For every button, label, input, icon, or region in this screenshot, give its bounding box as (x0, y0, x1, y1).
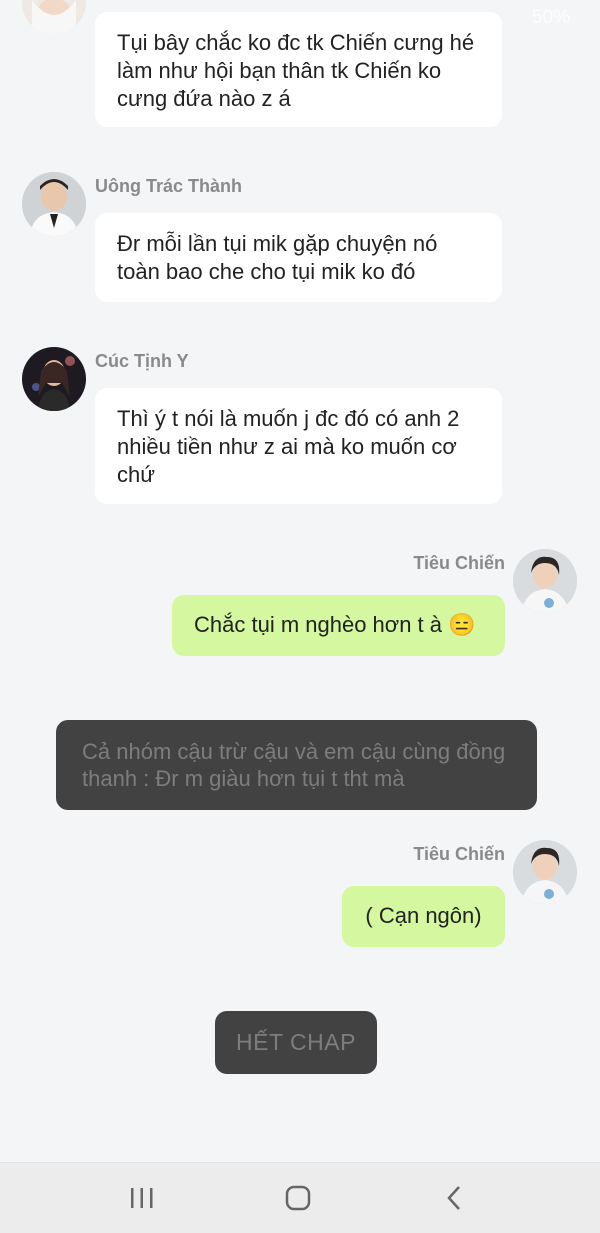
avatar[interactable] (22, 347, 86, 411)
message-bubble: Đr mỗi lần tụi mik gặp chuyện nó toàn ba… (95, 213, 502, 302)
end-chapter-label: HẾT CHAP (236, 1029, 356, 1055)
message-text: Tụi bây chắc ko đc tk Chiến cưng hé làm … (117, 30, 475, 111)
back-icon (447, 1186, 460, 1210)
message-bubble: ( Cạn ngôn) (342, 886, 505, 947)
avatar[interactable] (513, 840, 577, 904)
avatar-y-icon (22, 347, 86, 411)
recent-apps-icon (131, 1188, 153, 1208)
avatar-thanh-icon (22, 172, 86, 236)
home-button[interactable] (258, 1163, 338, 1233)
avatar[interactable] (22, 0, 86, 34)
message-text: ( Cạn ngôn) (365, 903, 482, 928)
avatar-girl-icon (22, 0, 86, 34)
sender-name: Tiêu Chiến (413, 553, 505, 573)
message-bubble: Tụi bây chắc ko đc tk Chiến cưng hé làm … (95, 12, 502, 127)
narration-text: Cả nhóm cậu trừ cậu và em cậu cùng đồng … (82, 739, 506, 791)
sender-name: Tiêu Chiến (413, 844, 505, 864)
back-button[interactable] (414, 1163, 494, 1233)
avatar-chien-icon (513, 840, 577, 904)
message-text: Chắc tụi m nghèo hơn t à 😑 (194, 612, 476, 637)
avatar[interactable] (513, 549, 577, 613)
avatar-chien-icon (513, 549, 577, 613)
message-text: Thì ý t nói là muốn j đc đó có anh 2 nhi… (117, 406, 460, 487)
home-icon (285, 1185, 311, 1211)
end-chapter-button[interactable]: HẾT CHAP (215, 1011, 377, 1074)
recent-apps-button[interactable] (102, 1163, 182, 1233)
sender-name: Uông Trác Thành (95, 176, 243, 196)
battery-level: 50% (531, 7, 570, 28)
message-bubble: Chắc tụi m nghèo hơn t à 😑 (172, 595, 505, 656)
navigation-bar (0, 1162, 600, 1233)
narration-box: Cả nhóm cậu trừ cậu và em cậu cùng đồng … (56, 720, 537, 810)
message-text: Đr mỗi lần tụi mik gặp chuyện nó toàn ba… (117, 231, 438, 284)
message-bubble: Thì ý t nói là muốn j đc đó có anh 2 nhi… (95, 388, 502, 504)
avatar[interactable] (22, 172, 86, 236)
sender-name: Cúc Tịnh Y (95, 351, 189, 371)
